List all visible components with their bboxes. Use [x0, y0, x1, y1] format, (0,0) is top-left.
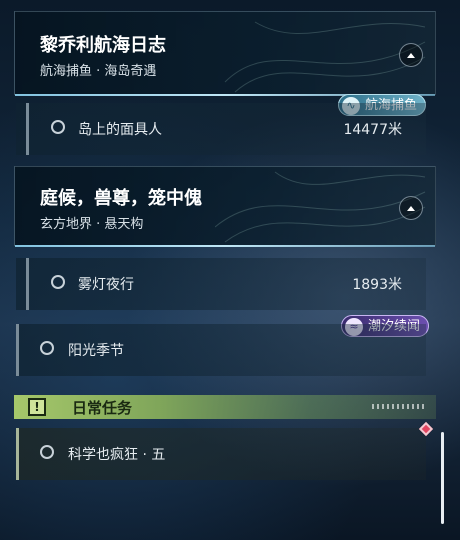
quest-group-title: 庭候，兽尊，笼中傀: [40, 188, 202, 209]
quest-radio-icon[interactable]: [40, 445, 54, 459]
daily-tasks-label: 日常任务: [72, 399, 133, 417]
exclamation-icon: !: [28, 398, 46, 416]
quest-radio-icon[interactable]: [51, 275, 65, 289]
quest-item[interactable]: 岛上的面具人 14477米: [16, 103, 426, 155]
card-underline: [15, 245, 435, 247]
quest-name: 科学也疯狂 · 五: [68, 447, 166, 463]
quest-item-bar: [26, 258, 29, 310]
quest-item-bar: [16, 324, 19, 376]
collapse-button[interactable]: [399, 196, 423, 220]
quest-distance: 1893米: [352, 277, 402, 293]
header-dots-decoration: [372, 404, 426, 409]
quest-name: 阳光季节: [68, 343, 124, 359]
quest-distance: 14477米: [343, 122, 402, 138]
scrollbar[interactable]: [441, 432, 444, 524]
quest-radio-icon[interactable]: [40, 341, 54, 355]
quest-group-card[interactable]: 庭候，兽尊，笼中傀 玄方地界 · 悬天构: [14, 166, 436, 247]
collapse-button[interactable]: [399, 43, 423, 67]
quest-name: 岛上的面具人: [78, 122, 162, 138]
quest-group-subtitle: 玄方地界 · 悬天构: [40, 217, 144, 232]
quest-group-subtitle: 航海捕鱼 · 海岛奇遇: [40, 64, 157, 79]
quest-name: 雾灯夜行: [78, 277, 134, 293]
quest-item-bar: [16, 428, 19, 480]
quest-group-card[interactable]: 黎乔利航海日志 航海捕鱼 · 海岛奇遇: [14, 11, 436, 96]
quest-radio-icon[interactable]: [51, 120, 65, 134]
daily-tasks-header[interactable]: ! 日常任务: [14, 395, 436, 419]
quest-item[interactable]: 阳光季节: [16, 324, 426, 376]
quest-item-bar: [26, 103, 29, 155]
quest-item[interactable]: 科学也疯狂 · 五: [16, 428, 426, 480]
quest-item[interactable]: 雾灯夜行 1893米: [16, 258, 426, 310]
quest-group-title: 黎乔利航海日志: [40, 35, 166, 56]
